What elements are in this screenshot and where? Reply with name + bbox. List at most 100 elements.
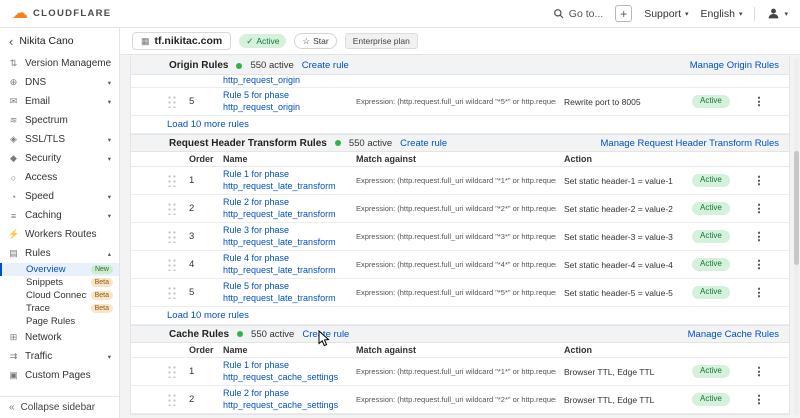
drag-handle-icon[interactable] [167,95,177,108]
collapse-sidebar-button[interactable]: « Collapse sidebar [0,396,119,418]
rule-name-link[interactable]: Rule 5 for phase http_request_late_trans… [223,281,348,304]
load-more-link[interactable]: Load 10 more rules [167,310,249,321]
rule-name-link[interactable]: Rule 1 for phase http_request_cache_sett… [223,360,348,383]
add-button[interactable]: + [615,5,632,22]
sidebar-item-dns[interactable]: ⊕ DNS ▾ [0,73,119,92]
sidebar-item-label: Custom Pages [25,370,111,381]
drag-handle-icon[interactable] [167,202,177,215]
rules-icon: ▤ [8,248,19,259]
column-action: Action [564,154,684,164]
manage-rules-link[interactable]: Manage Cache Rules [688,329,779,340]
rule-name-link[interactable]: Rule 3 for phase http_request_late_trans… [223,225,348,248]
zone-selector[interactable]: ▦ tf.nikitac.com [132,32,231,50]
rule-match-expression: Expression: (http.request.full_uri wildc… [356,176,556,185]
star-button[interactable]: ☆ Star [294,33,336,50]
sidebar-item-label: Speed [25,191,102,202]
drag-handle-icon[interactable] [167,286,177,299]
rule-name-link[interactable]: Rule 5 for phase http_request_origin [223,90,348,113]
table-row: 4 Rule 4 for phase http_request_late_tra… [131,251,789,279]
sidebar-item-overview[interactable]: Overview New [0,263,119,276]
manage-rules-link[interactable]: Manage Request Header Transform Rules [601,138,779,149]
create-rule-link[interactable]: Create rule [302,329,349,340]
sidebar-item-caching[interactable]: ≡Caching▾ [0,206,119,225]
sidebar-item-trace[interactable]: TraceBeta [0,302,119,315]
topbar-actions: Go to... + Support ▾ English ▾ ▾ [553,5,788,22]
rule-name-link[interactable]: Rule 2 for phase http_request_cache_sett… [223,388,348,411]
drag-handle-icon[interactable] [167,258,177,271]
sidebar-item-speed[interactable]: ◔Speed▾ [0,187,119,206]
account-menu[interactable]: ▾ [767,7,788,20]
kebab-menu-icon[interactable]: ⋮ [750,230,768,243]
kebab-menu-icon[interactable]: ⋮ [750,258,768,271]
sidebar-item-version-management[interactable]: ⇅Version Management [0,54,119,73]
create-rule-link[interactable]: Create rule [302,60,349,71]
sidebar-item-page-rules[interactable]: Page Rules [0,315,119,328]
language-menu[interactable]: English ▾ [701,8,743,20]
dns-icon: ⊕ [8,77,19,88]
go-to-search[interactable]: Go to... [553,8,603,20]
sidebar-item-label: Snippets [26,277,87,288]
rule-name-link[interactable]: Rule 4 for phase http_request_late_trans… [223,253,348,276]
rule-name-link[interactable]: http_request_origin [223,75,348,87]
plan-badge: Enterprise plan [345,33,418,50]
scrollbar-thumb[interactable] [794,151,799,265]
account-name: Nikita Cano [19,35,73,47]
load-more-link[interactable]: Load 10 more rules [167,119,249,130]
sidebar-item-network[interactable]: ⊞Network [0,328,119,347]
app-layout: ‹ Nikita Cano ⇅Version Management ⊕DNS▾ … [0,28,800,418]
drag-handle-icon[interactable] [167,174,177,187]
drag-handle-icon[interactable] [167,365,177,378]
sidebar-item-security[interactable]: ◆Security▾ [0,149,119,168]
kebab-menu-icon[interactable]: ⋮ [750,95,768,108]
column-match: Match against [356,154,556,164]
sidebar-item-ssl-tls[interactable]: ◈SSL/TLS▾ [0,130,119,149]
chevron-icon: ▾ [108,79,111,87]
sidebar-item-spectrum[interactable]: ≋Spectrum [0,111,119,130]
kebab-menu-icon[interactable]: ⋮ [750,393,768,406]
table-row: 2 Rule 2 for phase http_request_cache_se… [131,386,789,414]
sidebar-item-access[interactable]: ○Access [0,168,119,187]
kebab-menu-icon[interactable]: ⋮ [750,365,768,378]
drag-handle-icon[interactable] [167,393,177,406]
sidebar-item-label: SSL/TLS [25,134,102,145]
cloudflare-cloud-icon: ☁ [12,6,28,22]
sidebar-item-label: Overview [26,264,87,275]
column-order: Order [189,154,215,164]
sidebar-item-workers-routes[interactable]: ⚡Workers Routes [0,225,119,244]
sidebar-item-rules[interactable]: ▤Rules▴ [0,244,119,263]
custom-pages-icon: ▣ [8,370,19,381]
collapse-label: Collapse sidebar [21,402,96,413]
active-dot-icon [237,331,243,337]
manage-rules-link[interactable]: Manage Origin Rules [690,60,779,71]
rule-name-link[interactable]: Rule 2 for phase http_request_late_trans… [223,197,348,220]
ssl-tls-icon: ◈ [8,134,19,145]
cloudflare-logo: ☁ CLOUDFLARE [12,6,111,22]
account-back-nav[interactable]: ‹ Nikita Cano [0,28,119,54]
sidebar-item-label: Network [25,332,111,343]
create-rule-link[interactable]: Create rule [400,138,447,149]
sidebar-item-traffic[interactable]: ⇉Traffic▾ [0,347,119,366]
sidebar-item-label: Trace [26,303,87,314]
check-icon: ✓ [246,35,253,48]
kebab-menu-icon[interactable]: ⋮ [750,202,768,215]
sidebar-item-email[interactable]: ✉Email▾ [0,92,119,111]
active-count: 550 active [250,60,293,71]
rule-name-link[interactable]: Rule 1 for phase http_request_late_trans… [223,169,348,192]
sidebar-item-custom-pages[interactable]: ▣ Custom Pages [0,366,119,385]
sidebar-item-label: DNS [25,77,102,88]
section-title: Request Header Transform Rules [169,138,327,149]
kebab-menu-icon[interactable]: ⋮ [750,286,768,299]
new-badge: New [91,265,113,274]
column-match: Match against [356,345,556,355]
support-menu[interactable]: Support ▾ [644,8,688,20]
table-column-headers: Order Name Match against Action [131,343,789,358]
sidebar-item-snippets[interactable]: SnippetsBeta [0,276,119,289]
drag-handle-icon[interactable] [167,230,177,243]
top-bar: ☁ CLOUDFLARE Go to... + Support ▾ Englis… [0,0,800,28]
rule-match-expression: Expression: (http.request.full_uri wildc… [356,288,556,297]
rule-action: Set static header-3 = value-3 [564,232,684,242]
scrollbar[interactable] [794,58,799,415]
sidebar-item-cloud-connector[interactable]: Cloud ConnectorBeta [0,289,119,302]
rule-action: Browser TTL, Edge TTL [564,367,684,377]
kebab-menu-icon[interactable]: ⋮ [750,174,768,187]
